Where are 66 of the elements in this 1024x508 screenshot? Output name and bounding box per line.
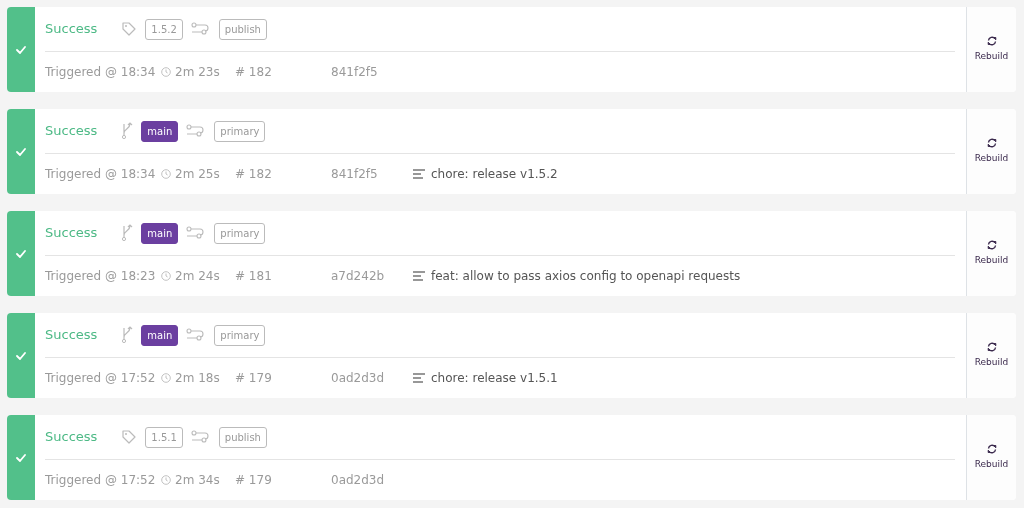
commit-message: chore: release v1.5.2 <box>431 166 558 183</box>
refresh-icon <box>986 341 997 352</box>
ref-tag: main <box>141 222 179 244</box>
trigger-time: Triggered @ 18:23 <box>45 268 157 285</box>
workflow-icon <box>190 22 211 36</box>
commit-hash: 0ad2d3d <box>331 472 386 489</box>
message-icon <box>413 169 425 179</box>
commit-hash: 841f2f5 <box>331 166 379 183</box>
refresh-icon <box>986 443 997 454</box>
check-icon <box>16 453 26 462</box>
pipeline-tag: publish <box>218 18 267 40</box>
ref-tag: main <box>141 120 179 142</box>
check-icon <box>16 147 26 156</box>
duration: 2m 18s <box>175 370 221 387</box>
status-label: Success <box>45 122 98 141</box>
refresh-icon <box>986 239 997 250</box>
status-label: Success <box>45 326 98 345</box>
workflow-icon <box>186 124 207 138</box>
trigger-time: Triggered @ 17:52 <box>45 370 157 387</box>
check-icon <box>16 351 26 360</box>
check-icon <box>16 45 26 54</box>
clock-icon <box>161 169 171 179</box>
message-icon <box>413 271 425 281</box>
workflow-icon <box>186 328 207 342</box>
trigger-time: Triggered @ 18:34 <box>45 64 157 81</box>
ref-tag: 1.5.1 <box>145 426 183 448</box>
message-icon <box>413 373 425 383</box>
tag-icon <box>121 429 138 445</box>
clock-icon <box>161 67 171 77</box>
check-icon <box>16 249 26 258</box>
commit-hash: 0ad2d3d <box>331 370 386 387</box>
ref-tag: main <box>141 324 179 346</box>
status-label: Success <box>45 224 98 243</box>
duration: 2m 24s <box>175 268 221 285</box>
status-label: Success <box>45 20 98 39</box>
refresh-icon <box>986 137 997 148</box>
workflow-icon <box>190 430 211 444</box>
pipeline-tag: publish <box>218 426 267 448</box>
commit-message: feat: allow to pass axios config to openapi requests <box>431 268 741 285</box>
build-number: # 182 <box>235 64 273 81</box>
clock-icon <box>161 475 171 485</box>
tag-icon <box>121 21 138 37</box>
branch-icon <box>121 224 134 242</box>
trigger-time: Triggered @ 17:52 <box>45 472 157 489</box>
build-number: # 181 <box>235 268 273 285</box>
build-number: # 179 <box>235 472 273 489</box>
commit-hash: 841f2f5 <box>331 64 379 81</box>
trigger-time: Triggered @ 18:34 <box>45 166 157 183</box>
duration: 2m 25s <box>175 166 221 183</box>
branch-icon <box>121 122 134 140</box>
duration: 2m 34s <box>175 472 221 489</box>
refresh-icon <box>986 35 997 46</box>
branch-icon <box>121 326 134 344</box>
pipeline-tag: primary <box>214 120 266 142</box>
workflow-icon <box>186 226 207 240</box>
pipeline-tag: primary <box>214 324 266 346</box>
duration: 2m 23s <box>175 64 221 81</box>
ref-tag: 1.5.2 <box>145 18 183 40</box>
clock-icon <box>161 373 171 383</box>
commit-hash: a7d242b <box>331 268 386 285</box>
status-label: Success <box>45 428 98 447</box>
clock-icon <box>161 271 171 281</box>
build-number: # 182 <box>235 166 273 183</box>
build-number: # 179 <box>235 370 273 387</box>
commit-message: chore: release v1.5.1 <box>431 370 558 387</box>
pipeline-tag: primary <box>214 222 266 244</box>
